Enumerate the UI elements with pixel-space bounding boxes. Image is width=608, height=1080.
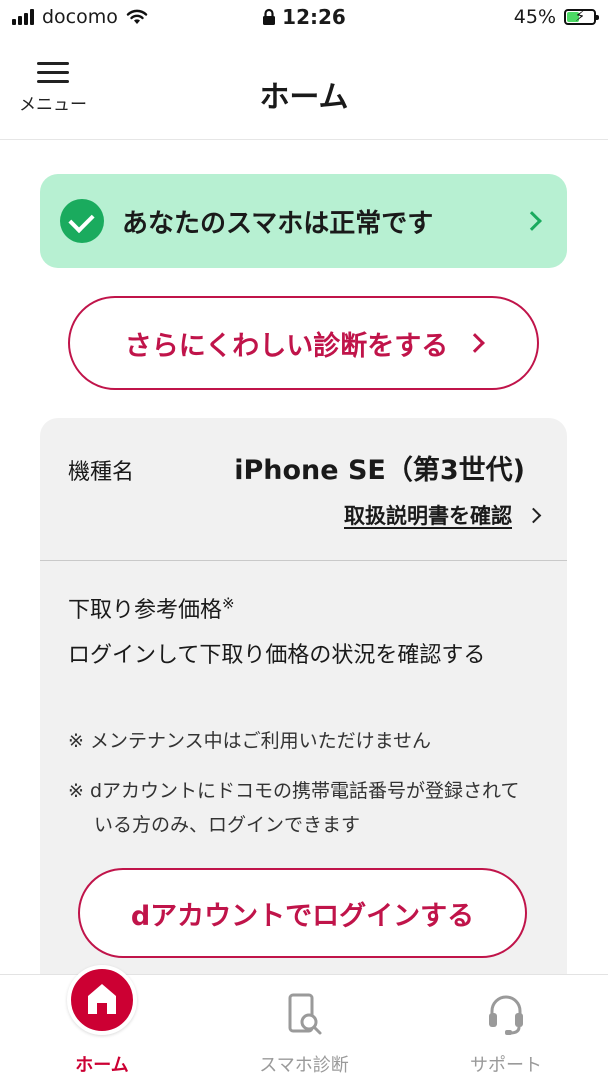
chevron-right-icon (465, 333, 486, 353)
nav-label-support: サポート (470, 1055, 542, 1076)
tradein-note-mark: ※ (222, 594, 235, 613)
clock: 12:26 (282, 5, 346, 29)
app-header: メニュー ホーム (0, 46, 608, 140)
headset-icon (489, 995, 523, 1035)
model-name-label: 機種名 (68, 460, 135, 485)
manual-link[interactable]: 取扱説明書を確認 (344, 500, 542, 530)
page-title: ホーム (259, 80, 349, 115)
device-status-card[interactable]: あなたのスマホは正常です (40, 174, 567, 268)
status-bar-right: 45% ⚡ (513, 6, 599, 28)
lock-icon (263, 8, 276, 25)
status-bar: docomo 12:26 45% ⚡ (0, 0, 608, 34)
bottom-navigation: ホーム スマホ診断 サポート (0, 965, 608, 1080)
model-name-value: iPhone SE（第3世代) (234, 455, 525, 486)
battery-percent: 45% (513, 6, 556, 28)
tradein-price-label-text: 下取り参考価格 (68, 598, 223, 623)
phone-search-icon (288, 993, 322, 1035)
d-account-login-button[interactable]: dアカウントでログインする (78, 868, 527, 958)
charging-bolt-icon: ⚡ (574, 7, 586, 25)
battery-icon: ⚡ (564, 7, 599, 25)
check-circle-icon (60, 199, 104, 243)
nav-label-home: ホーム (75, 1055, 129, 1076)
detailed-diagnosis-label: さらにくわしい診断をする (124, 330, 449, 362)
card-divider (40, 560, 567, 561)
maintenance-note: ※ メンテナンス中はご利用いただけません (68, 730, 432, 752)
tradein-price-description: ログインして下取り価格の状況を確認する (68, 643, 486, 668)
tradein-price-label: 下取り参考価格※ (68, 592, 235, 624)
nav-item-support[interactable]: サポート (426, 975, 586, 1080)
detailed-diagnosis-button[interactable]: さらにくわしい診断をする (68, 296, 539, 390)
nav-item-home[interactable]: ホーム (22, 965, 182, 1080)
chevron-right-icon (522, 211, 542, 231)
chevron-right-icon (525, 507, 542, 523)
d-account-login-label: dアカウントでログインする (130, 900, 475, 932)
nav-item-diagnosis[interactable]: スマホ診断 (224, 975, 384, 1080)
device-info-card: 機種名 iPhone SE（第3世代) 取扱説明書を確認 下取り参考価格※ ログ… (40, 418, 567, 1038)
login-requirement-note: ※ dアカウントにドコモの携帯電話番号が登録されている方のみ、ログインできます (68, 780, 520, 836)
manual-link-label: 取扱説明書を確認 (344, 504, 512, 528)
home-icon (67, 965, 137, 1035)
device-status-text: あなたのスマホは正常です (122, 208, 434, 239)
nav-label-diagnosis: スマホ診断 (259, 1055, 349, 1076)
